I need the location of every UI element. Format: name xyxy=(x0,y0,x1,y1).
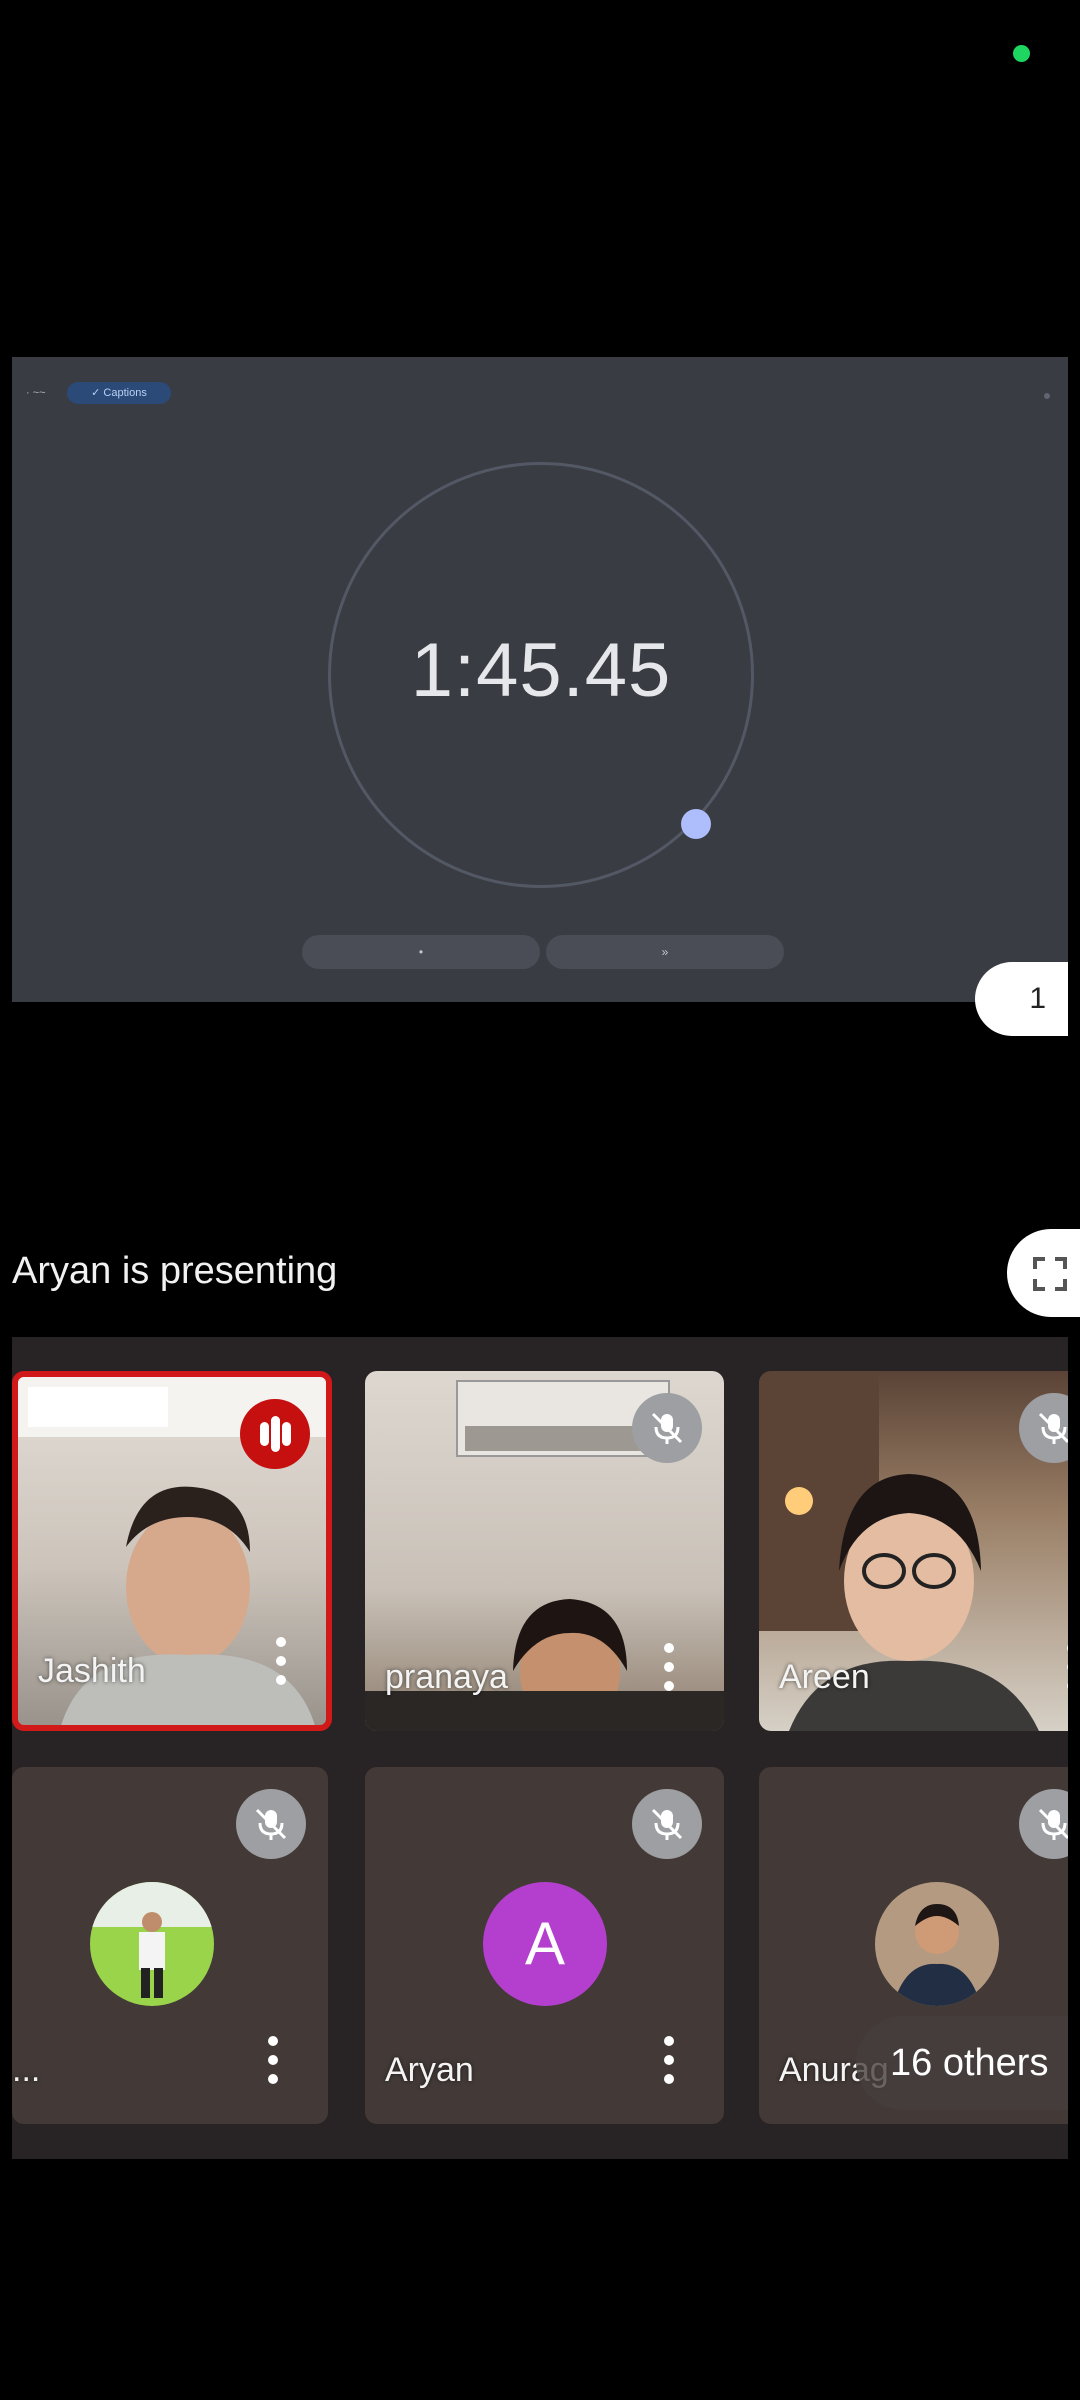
participant-name: Aryan xyxy=(385,2051,474,2089)
more-options-icon[interactable] xyxy=(1067,1643,1068,1691)
avatar: A xyxy=(483,1882,607,2006)
mic-off-icon xyxy=(632,1393,702,1463)
fullscreen-icon xyxy=(1033,1257,1067,1291)
stopwatch-pause-button[interactable]: » xyxy=(546,935,784,969)
participant-tile[interactable]: Areen xyxy=(759,1371,1068,1731)
stopwatch-time: 1:45.45 xyxy=(410,628,672,713)
more-options-icon[interactable] xyxy=(268,2036,280,2084)
participant-tile[interactable]: A Aryan xyxy=(365,1767,724,2124)
participant-tile[interactable]: Jashith xyxy=(12,1371,332,1731)
participant-name: ... xyxy=(12,2051,41,2089)
mic-off-icon xyxy=(632,1789,702,1859)
presentation-toolbar-dot xyxy=(1044,393,1050,399)
avatar xyxy=(875,1882,999,2006)
page-indicator[interactable]: 1 xyxy=(975,962,1068,1036)
more-options-icon[interactable] xyxy=(664,2036,676,2084)
presentation-toolbar: · ~~ ✓ Captions xyxy=(12,377,1068,407)
speaking-indicator-icon xyxy=(240,1399,310,1469)
stopwatch-lap-button[interactable]: • xyxy=(302,935,540,969)
fullscreen-button[interactable] xyxy=(1007,1229,1080,1317)
page-indicator-count: 1 xyxy=(1029,982,1046,1015)
mic-off-icon xyxy=(1019,1789,1068,1859)
shared-presentation[interactable]: · ~~ ✓ Captions 1:45.45 • » xyxy=(12,357,1068,1002)
more-options-icon[interactable] xyxy=(664,1643,676,1691)
presentation-toolbar-chip: ✓ Captions xyxy=(67,382,171,404)
presentation-toolbar-text: · ~~ xyxy=(26,387,46,399)
more-options-icon[interactable] xyxy=(276,1637,288,1685)
status-indicator-dot xyxy=(1013,45,1030,62)
mic-off-icon xyxy=(236,1789,306,1859)
stopwatch-progress-knob xyxy=(681,809,711,839)
lap-icon: • xyxy=(418,945,424,959)
others-count-button[interactable]: 16 others xyxy=(856,2016,1068,2110)
avatar xyxy=(90,1882,214,2006)
presenting-label: Aryan is presenting xyxy=(12,1250,338,1292)
participant-name: pranaya xyxy=(385,1658,508,1696)
participant-tile[interactable]: ... xyxy=(12,1767,328,2124)
participant-tile[interactable]: pranaya xyxy=(365,1371,724,1731)
pause-icon: » xyxy=(661,945,669,959)
participant-name: Jashith xyxy=(38,1652,146,1690)
participant-name: Areen xyxy=(779,1658,870,1696)
